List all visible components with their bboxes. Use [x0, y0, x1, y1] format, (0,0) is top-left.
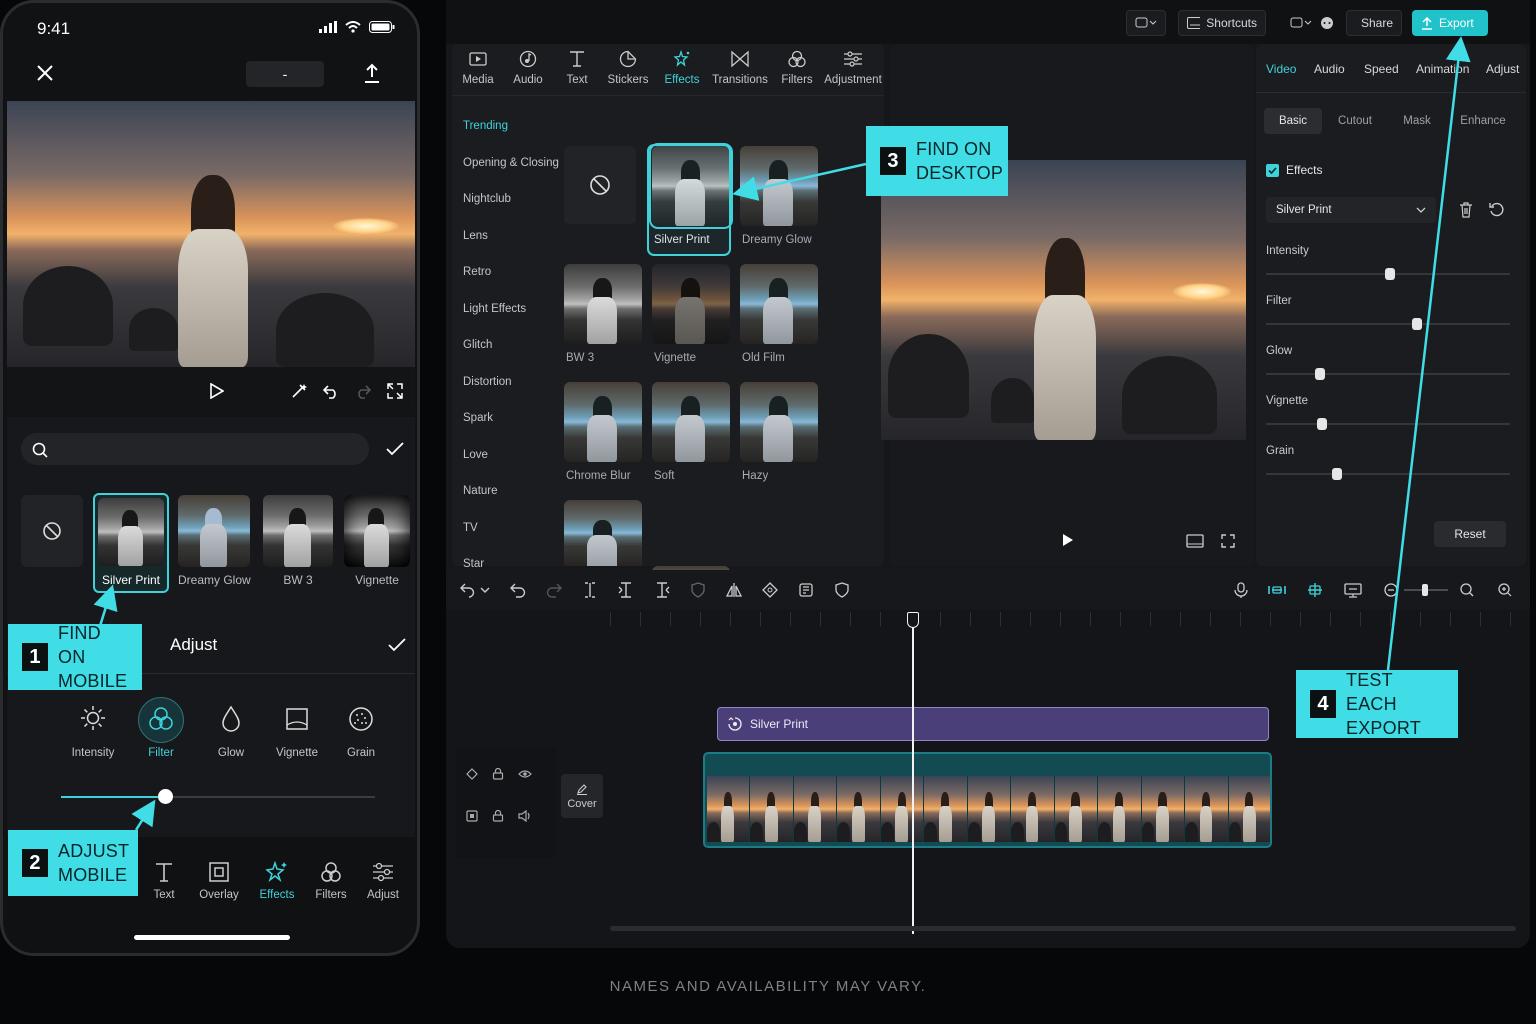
arrow-3 — [732, 162, 867, 201]
callout-arrows — [93, 36, 1471, 831]
arrow-4 — [1386, 36, 1471, 671]
footer-disclaimer: NAMES AND AVAILABILITY MAY VARY. — [609, 978, 927, 995]
arrow-2 — [131, 799, 156, 831]
arrow-1 — [93, 584, 118, 627]
